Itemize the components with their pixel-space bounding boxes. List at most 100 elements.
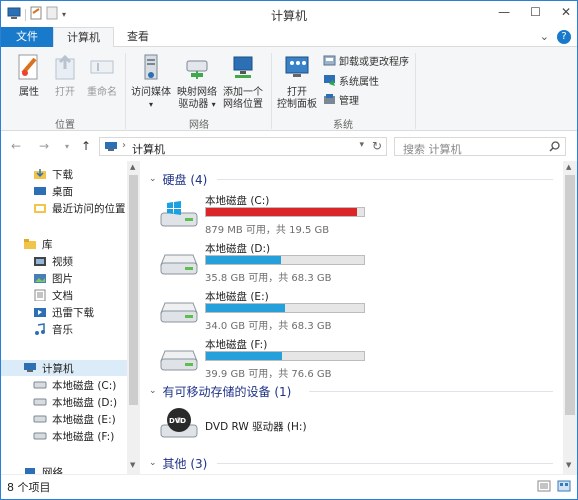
maximize-button[interactable]: ☐: [530, 5, 541, 19]
group-divider: [217, 463, 553, 464]
search-icon[interactable]: [549, 141, 560, 152]
scroll-up-icon[interactable]: ▲: [130, 163, 135, 171]
drive-f-usage-fill: [206, 352, 282, 360]
control-panel-icon: [285, 56, 309, 77]
nav-item-libraries[interactable]: 库: [23, 236, 53, 252]
collapse-chevron-icon[interactable]: ⌄: [149, 386, 157, 396]
nav-videos-label: 视频: [52, 255, 73, 268]
minimize-button[interactable]: —: [498, 5, 510, 19]
collapse-chevron-icon[interactable]: ⌄: [149, 458, 157, 468]
access-media-button[interactable]: 访问媒体 ▾: [129, 53, 173, 111]
system-properties-icon: [324, 75, 335, 86]
content-scroll-thumb[interactable]: [565, 175, 575, 415]
nav-item-documents[interactable]: 文档: [33, 287, 73, 303]
nav-item-drive-c[interactable]: 本地磁盘 (C:): [33, 377, 116, 393]
drive-item-f[interactable]: 本地磁盘 (F:) 39.9 GB 可用，共 76.6 GB: [159, 337, 379, 381]
breadcrumb-computer[interactable]: 计算机: [132, 141, 165, 157]
title-bar: ▾ 计算机 — ☐ ✕: [1, 1, 577, 27]
open-button[interactable]: 打开: [47, 53, 83, 99]
dvd-drive-name: DVD RW 驱动器 (H:): [205, 421, 307, 433]
help-icon[interactable]: ?: [557, 30, 571, 44]
open-control-panel-button[interactable]: 打开 控制面板: [275, 53, 319, 111]
scroll-up-icon[interactable]: ▲: [566, 163, 571, 171]
drive-item-e[interactable]: 本地磁盘 (E:) 34.0 GB 可用，共 68.3 GB: [159, 289, 379, 333]
drive-icon: [160, 302, 198, 323]
scroll-down-icon[interactable]: ▼: [130, 461, 135, 469]
up-button[interactable]: ↑: [81, 139, 91, 153]
add-network-location-button[interactable]: 添加一个 网络位置: [219, 53, 267, 111]
nav-desktop-label: 桌面: [52, 185, 73, 198]
nav-item-drive-f[interactable]: 本地磁盘 (F:): [33, 428, 114, 444]
network-icon: [25, 468, 35, 474]
nav-item-drive-e[interactable]: 本地磁盘 (E:): [33, 411, 116, 427]
nav-documents-label: 文档: [52, 289, 73, 302]
tab-computer[interactable]: 计算机: [53, 27, 114, 48]
close-button[interactable]: ✕: [561, 5, 571, 19]
search-box[interactable]: 搜索 计算机: [394, 137, 566, 156]
videos-icon: [34, 257, 46, 266]
group-header-other[interactable]: ⌄ 其他 (3): [149, 455, 207, 471]
nav-drive-e-label: 本地磁盘 (E:): [52, 413, 116, 426]
status-bar: 8 个项目: [1, 474, 577, 499]
nav-item-videos[interactable]: 视频: [33, 253, 73, 269]
tab-file[interactable]: 文件: [1, 27, 53, 47]
nav-item-computer[interactable]: 计算机: [1, 360, 127, 376]
tab-view[interactable]: 查看: [114, 27, 162, 47]
ribbon-tabs: 文件 计算机 查看 ⌄ ?: [1, 27, 577, 48]
drive-e-name: 本地磁盘 (E:): [205, 291, 269, 303]
drive-item-c[interactable]: 本地磁盘 (C:) 879 MB 可用，共 19.5 GB: [159, 193, 379, 237]
collapse-chevron-icon[interactable]: ⌄: [149, 174, 157, 184]
ribbon-separator: [125, 53, 126, 129]
nav-pane-scrollbar[interactable]: ▲ ▼: [127, 161, 140, 474]
properties-button[interactable]: 属性: [11, 53, 47, 99]
drive-icon: [33, 381, 47, 389]
content-scrollbar[interactable]: ▲ ▼: [563, 161, 577, 474]
drive-item-d[interactable]: 本地磁盘 (D:) 35.8 GB 可用，共 68.3 GB: [159, 241, 379, 285]
details-view-icon[interactable]: [537, 480, 551, 492]
nav-item-music[interactable]: 音乐: [33, 321, 73, 337]
access-media-text: 访问媒体: [131, 87, 171, 98]
group-divider: [309, 391, 553, 392]
forward-button[interactable]: →: [39, 139, 49, 153]
rename-button[interactable]: 重命名: [83, 53, 121, 99]
breadcrumb-chevron-icon[interactable]: ›: [122, 140, 126, 151]
music-icon: [35, 323, 45, 335]
system-properties-button[interactable]: 系统属性: [323, 73, 379, 88]
nav-item-xunlei[interactable]: 迅雷下载: [33, 304, 94, 320]
manage-button[interactable]: 管理: [323, 92, 359, 107]
drive-f-size: 39.9 GB 可用，共 76.6 GB: [205, 369, 332, 380]
nav-item-downloads[interactable]: 下载: [33, 166, 73, 182]
content-pane: ⌄ 硬盘 (4) 本地磁盘 (C:) 879 MB 可用，共 19.5 GB 本…: [141, 161, 561, 474]
map-drive-button[interactable]: 映射网络 驱动器 ▾: [175, 53, 219, 111]
group-header-hdd[interactable]: ⌄ 硬盘 (4): [149, 171, 207, 187]
drive-d-usage-fill: [206, 256, 282, 264]
manage-icon: [324, 94, 335, 104]
desktop-icon: [34, 187, 46, 195]
recent-locations-dropdown-icon[interactable]: ▾: [65, 142, 69, 151]
nav-libraries-label: 库: [42, 238, 53, 251]
dvd-drive-item[interactable]: DVD DVD RW 驱动器 (H:): [159, 407, 379, 441]
address-bar[interactable]: › 计算机 ▾ ↻: [99, 137, 387, 156]
ribbon-separator: [271, 53, 272, 129]
ribbon-expand-icon[interactable]: ⌄: [540, 30, 549, 44]
nav-drive-d-label: 本地磁盘 (D:): [52, 396, 118, 409]
nav-item-drive-d[interactable]: 本地磁盘 (D:): [33, 394, 117, 410]
nav-item-pictures[interactable]: 图片: [33, 270, 73, 286]
back-button[interactable]: ←: [11, 139, 21, 153]
nav-item-network[interactable]: 网络: [23, 464, 63, 474]
drive-d-size: 35.8 GB 可用，共 68.3 GB: [205, 273, 332, 284]
rename-label: 重命名: [87, 87, 117, 98]
uninstall-button[interactable]: 卸载或更改程序: [323, 53, 409, 68]
nav-item-recent[interactable]: 最近访问的位置: [33, 200, 126, 216]
uninstall-icon: [323, 55, 336, 66]
address-dropdown-icon[interactable]: ▾: [359, 140, 364, 150]
refresh-icon[interactable]: ↻: [372, 139, 382, 153]
nav-scroll-thumb[interactable]: [129, 175, 138, 405]
group-header-removable[interactable]: ⌄ 有可移动存储的设备 (1): [149, 383, 291, 399]
documents-icon: [34, 289, 46, 301]
media-server-icon: [144, 54, 158, 80]
large-icons-view-icon[interactable]: [557, 480, 571, 492]
nav-item-desktop[interactable]: 桌面: [33, 183, 73, 199]
navigation-pane: 下载 桌面 最近访问的位置 库 视频 图片 文档 迅雷下载 音乐 计算机 本地磁…: [1, 161, 141, 474]
scroll-down-icon[interactable]: ▼: [566, 461, 571, 469]
